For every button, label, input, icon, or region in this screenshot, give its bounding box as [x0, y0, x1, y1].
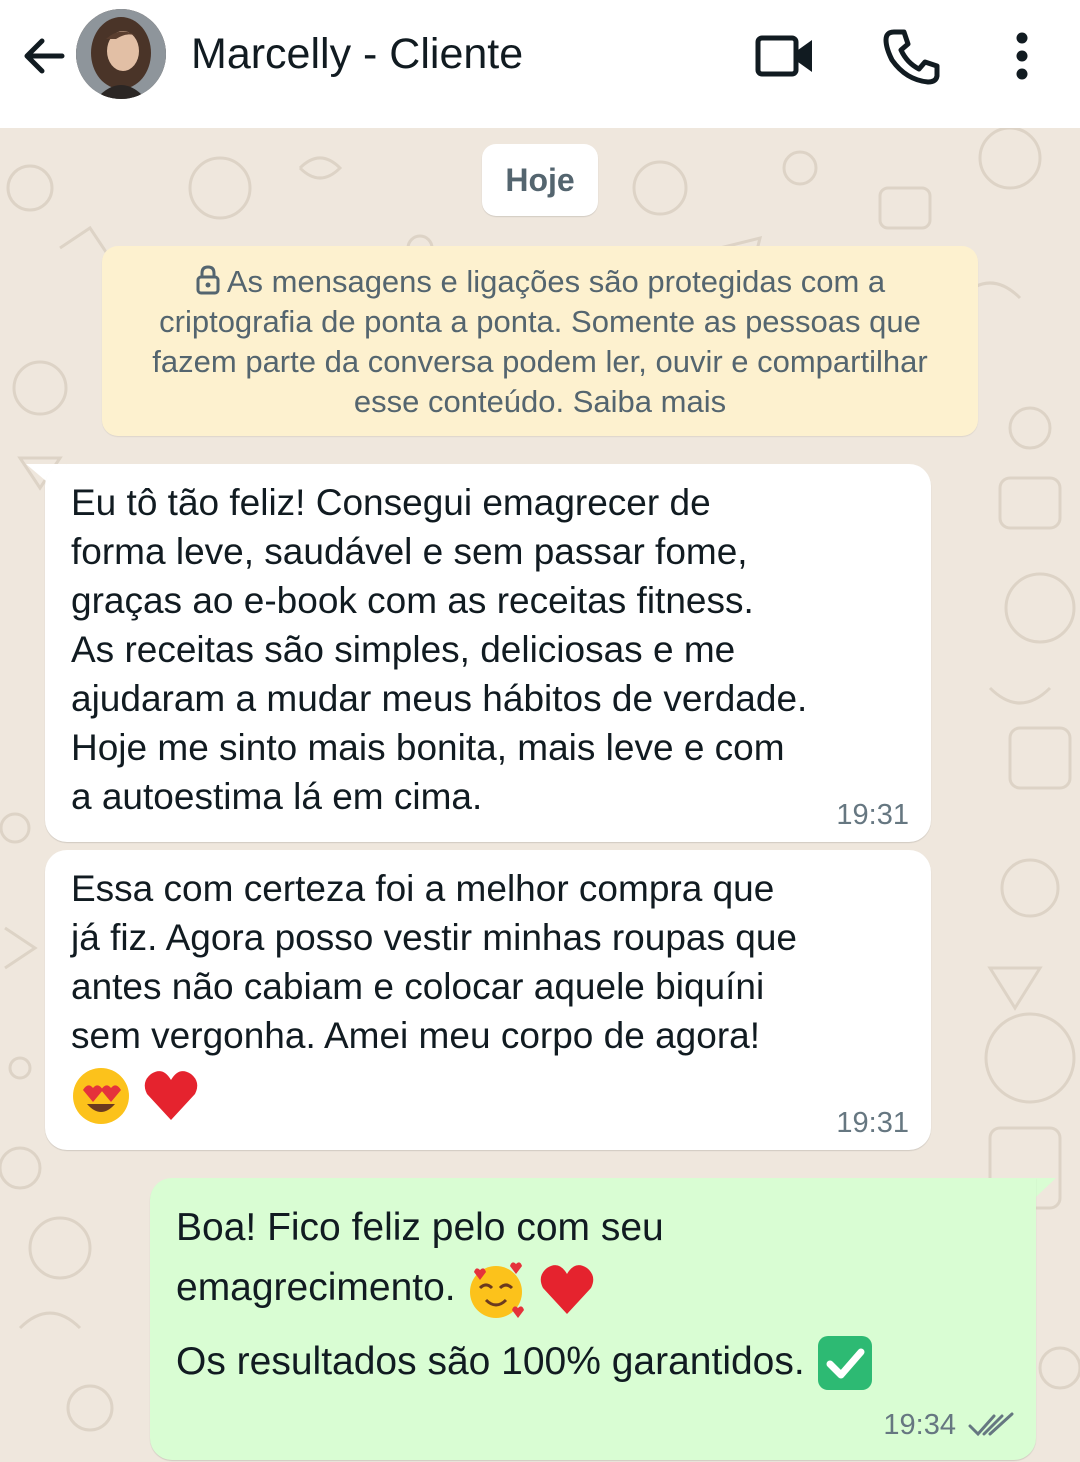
- message-time: 19:31: [836, 799, 909, 831]
- message-text: Essa com certeza foi a melhor compra que…: [71, 864, 907, 1126]
- date-chip: Hoje: [482, 144, 598, 216]
- more-options-icon[interactable]: [1002, 26, 1042, 86]
- lock-icon: [196, 265, 220, 295]
- emoji-row: [71, 1066, 907, 1126]
- heart-eyes-emoji: [73, 1068, 129, 1124]
- encryption-text: As mensagens e ligações são protegidas c…: [152, 264, 928, 419]
- smiling-face-with-hearts-emoji: [470, 1262, 525, 1318]
- red-heart-emoji: [541, 1264, 594, 1314]
- incoming-message[interactable]: Eu tô tão feliz! Consegui emagrecer de f…: [45, 464, 931, 842]
- chat-header: Marcelly - Cliente: [0, 0, 1080, 128]
- message-text-line: Os resultados são 100% garantidos.: [176, 1332, 1012, 1393]
- incoming-message[interactable]: Essa com certeza foi a melhor compra que…: [45, 850, 931, 1150]
- chat-area[interactable]: Hoje As mensagens e ligações são protegi…: [0, 128, 1080, 1462]
- message-text: Eu tô tão feliz! Consegui emagrecer de f…: [71, 482, 808, 817]
- check-mark-button-emoji: [817, 1336, 872, 1391]
- video-call-icon[interactable]: [752, 28, 818, 84]
- message-time: 19:34: [883, 1409, 956, 1441]
- message-text: Boa! Fico feliz pelo com seu: [176, 1206, 664, 1249]
- encryption-notice[interactable]: As mensagens e ligações são protegidas c…: [102, 246, 978, 436]
- avatar[interactable]: [76, 9, 166, 99]
- voice-call-icon[interactable]: [880, 26, 942, 86]
- contact-name[interactable]: Marcelly - Cliente: [191, 30, 523, 79]
- double-tick-icon: [968, 1412, 1014, 1437]
- message-text-line: emagrecimento.: [176, 1258, 1012, 1320]
- message-time: 19:31: [836, 1107, 909, 1139]
- outgoing-message[interactable]: Boa! Fico feliz pelo com seu emagrecimen…: [150, 1178, 1036, 1460]
- red-heart-emoji: [145, 1071, 198, 1120]
- back-arrow-icon[interactable]: [18, 30, 70, 82]
